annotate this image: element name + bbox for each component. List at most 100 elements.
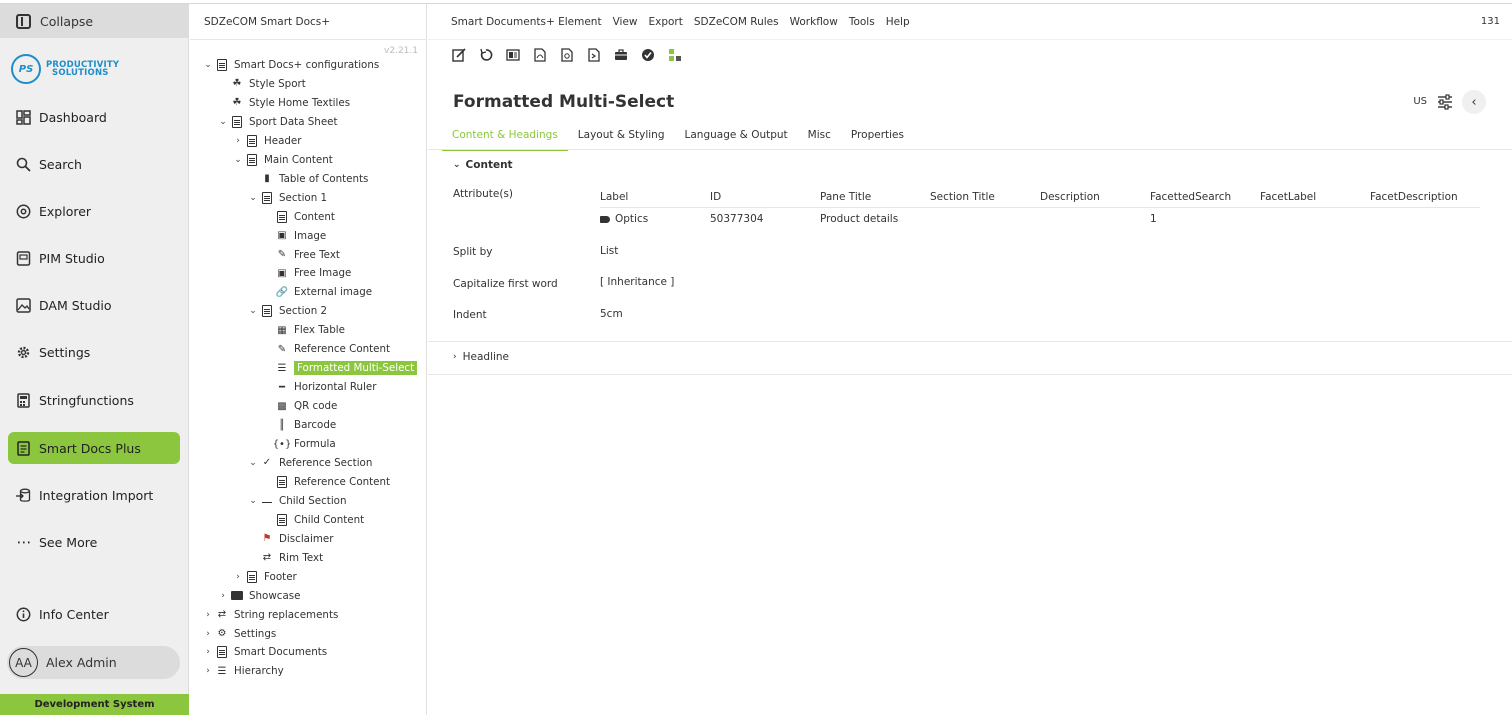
tree-node[interactable]: ▣ Image	[262, 227, 326, 245]
user-name: Alex Admin	[46, 655, 117, 670]
tree-node[interactable]: › ☰ Hierarchy	[202, 662, 284, 680]
pdf-icon[interactable]	[533, 48, 547, 62]
tree-node[interactable]: ⌄ ⎼ Child Section	[247, 492, 346, 510]
chevron-down-icon[interactable]: ⌄	[202, 60, 214, 70]
sidebar-item-explorer[interactable]: Explorer	[8, 195, 180, 227]
tree-node[interactable]: Child Content	[262, 511, 364, 529]
chevron-right-icon[interactable]: ›	[202, 610, 214, 620]
export-icon[interactable]	[587, 48, 601, 62]
chevron-right-icon[interactable]: ›	[202, 647, 214, 657]
tree-node[interactable]: ⌄ Section 2	[247, 302, 327, 320]
tree-node[interactable]: Reference Content	[262, 473, 390, 491]
menu-workflow[interactable]: Workflow	[790, 16, 838, 28]
locale-selector[interactable]: US	[1413, 96, 1427, 107]
headline-section-toggle[interactable]: › Headline	[453, 351, 509, 363]
sidebar-item-pim-studio[interactable]: PIM Studio	[8, 242, 180, 274]
document-icon[interactable]	[560, 48, 574, 62]
tree-node[interactable]: ⌄ Smart Docs+ configurations	[202, 56, 379, 74]
indent-value[interactable]: 5cm	[600, 308, 623, 320]
tree-node[interactable]: › ⇄ String replacements	[202, 606, 338, 624]
tree-node[interactable]: ▩ QR code	[262, 397, 337, 415]
tree-node[interactable]: ━ Horizontal Ruler	[262, 378, 377, 396]
tab-content-headings[interactable]: Content & Headings	[442, 125, 568, 151]
chevron-right-icon[interactable]: ›	[232, 572, 244, 582]
sidebar-item-stringfunctions[interactable]: Stringfunctions	[8, 384, 180, 416]
attributes-label: Attribute(s)	[453, 188, 514, 200]
tree-node[interactable]: ⌄ Section 1	[247, 189, 327, 207]
menu-sdzecom-rules[interactable]: SDZeCOM Rules	[694, 16, 779, 28]
menu-export[interactable]: Export	[649, 16, 683, 28]
column-header: FacettedSearch	[1150, 190, 1232, 203]
chevron-right-icon[interactable]: ›	[217, 591, 229, 601]
tab-layout-styling[interactable]: Layout & Styling	[568, 125, 675, 151]
tree-node[interactable]: ✎ Reference Content	[262, 340, 390, 358]
tree-node[interactable]: ▮ Table of Contents	[247, 170, 368, 188]
tab-misc[interactable]: Misc	[798, 125, 841, 151]
tab-bar: Content & Headings Layout & Styling Lang…	[442, 125, 914, 151]
collapse-button[interactable]: Collapse	[0, 4, 189, 38]
menu-tools[interactable]: Tools	[849, 16, 875, 28]
menu-smart-documents-element[interactable]: Smart Documents+ Element	[451, 16, 602, 28]
chevron-left-icon[interactable]: ‹	[1462, 90, 1486, 114]
check-circle-icon[interactable]	[641, 48, 655, 62]
tree-node[interactable]: {•} Formula	[262, 435, 336, 453]
tree-node[interactable]: › Smart Documents	[202, 643, 327, 661]
tree-node[interactable]: ⌄ Sport Data Sheet	[217, 113, 338, 131]
tree-node[interactable]: ☘ Style Sport	[217, 75, 306, 93]
tree-node[interactable]: › Footer	[232, 568, 297, 586]
tree-node-label: Smart Documents	[234, 646, 328, 659]
edit-icon[interactable]	[452, 48, 466, 62]
tree-node[interactable]: ▦ Flex Table	[262, 321, 345, 339]
sidebar-item-dashboard[interactable]: Dashboard	[8, 101, 180, 133]
tree-node[interactable]: ▣ Free Image	[262, 264, 351, 282]
chevron-down-icon[interactable]: ⌄	[247, 458, 259, 468]
chevron-down-icon: ⌄	[453, 160, 461, 170]
chevron-down-icon[interactable]: ⌄	[217, 117, 229, 127]
chevron-down-icon[interactable]: ⌄	[232, 155, 244, 165]
tree-node[interactable]: 🔗 External image	[262, 283, 372, 301]
sidebar-item-integration-import[interactable]: Integration Import	[8, 479, 180, 511]
tree-node[interactable]: ✎ Free Text	[262, 246, 340, 264]
tree-node[interactable]: › Showcase	[217, 587, 300, 605]
sidebar-item-dam-studio[interactable]: DAM Studio	[8, 289, 180, 321]
sidebar-item-search[interactable]: Search	[8, 148, 180, 180]
chevron-down-icon[interactable]: ⌄	[247, 193, 259, 203]
tree-node[interactable]: ☰ Formatted Multi-Select	[262, 359, 418, 377]
tree-node[interactable]: ║ Barcode	[262, 416, 336, 434]
content-section-toggle[interactable]: ⌄ Content	[453, 159, 513, 171]
preview-icon[interactable]	[506, 48, 520, 62]
tab-properties[interactable]: Properties	[841, 125, 914, 151]
table-row[interactable]: Optics 50377304 Product details 1	[600, 208, 1480, 230]
cell-id: 50377304	[710, 213, 764, 225]
tree-node[interactable]: ⚑ Disclaimer	[247, 530, 334, 548]
sidebar-item-smart-docs-plus[interactable]: Smart Docs Plus	[8, 432, 180, 464]
chevron-down-icon[interactable]: ⌄	[247, 306, 259, 316]
tree-node[interactable]: ☘ Style Home Textiles	[217, 94, 351, 112]
chevron-right-icon[interactable]: ›	[232, 136, 244, 146]
tree-node[interactable]: › Header	[232, 132, 302, 150]
user-profile-button[interactable]: AA Alex Admin	[7, 646, 180, 679]
tree-node-label: Image	[294, 229, 327, 242]
chevron-right-icon[interactable]: ›	[202, 666, 214, 676]
sidebar-item-settings[interactable]: Settings	[8, 336, 180, 368]
capitalize-value[interactable]: [ Inheritance ]	[600, 276, 674, 288]
tree-node[interactable]: ⇄ Rim Text	[247, 549, 323, 567]
tree-node[interactable]: ⌄ Main Content	[232, 151, 333, 169]
chevron-down-icon[interactable]: ⌄	[247, 496, 259, 506]
sidebar-item-see-more[interactable]: ⋯ See More	[8, 526, 180, 558]
refresh-icon[interactable]	[479, 48, 493, 62]
tab-language-output[interactable]: Language & Output	[675, 125, 798, 151]
tree-node[interactable]: › ⚙ Settings	[202, 625, 276, 643]
sidebar-item-info-center[interactable]: Info Center	[8, 598, 180, 630]
menu-help[interactable]: Help	[886, 16, 910, 28]
split-by-value[interactable]: List	[600, 245, 618, 257]
sliders-icon[interactable]	[1437, 94, 1453, 110]
workflow-icon[interactable]	[668, 48, 682, 62]
document-icon	[276, 475, 288, 488]
chevron-right-icon: ›	[453, 352, 457, 362]
tree-node[interactable]: ⌄ ✓ Reference Section	[247, 454, 372, 472]
chevron-right-icon[interactable]: ›	[202, 629, 214, 639]
menu-view[interactable]: View	[613, 16, 638, 28]
tree-node[interactable]: Content	[262, 208, 335, 226]
briefcase-icon[interactable]	[614, 48, 628, 62]
